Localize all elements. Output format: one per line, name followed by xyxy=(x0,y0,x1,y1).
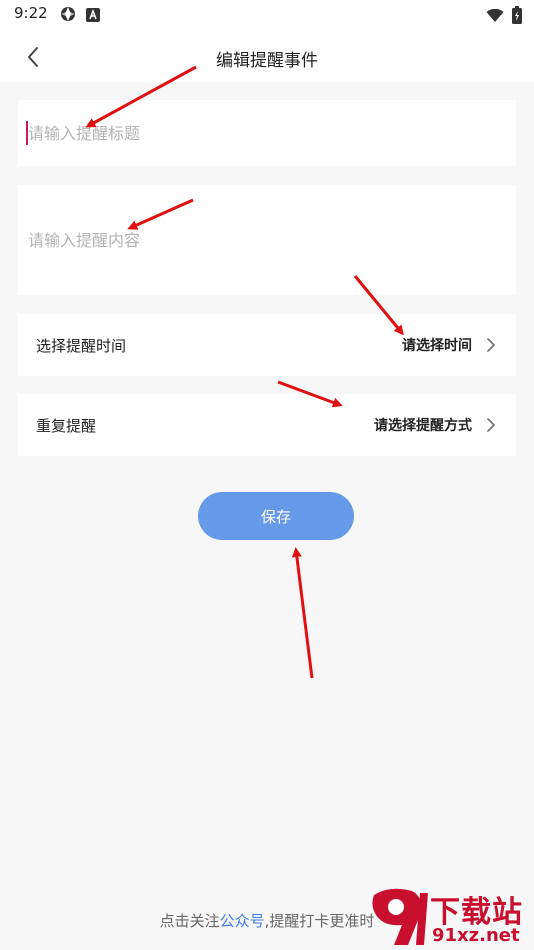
repeat-reminder-label: 重复提醒 xyxy=(36,417,97,435)
reminder-time-label: 选择提醒时间 xyxy=(36,337,127,355)
status-time: 9:22 xyxy=(14,4,48,22)
title-card xyxy=(18,100,516,166)
title-input[interactable] xyxy=(28,100,506,166)
reminder-time-value: 请选择时间 xyxy=(402,338,472,354)
content-card xyxy=(18,185,516,295)
official-account-link[interactable]: 公众号 xyxy=(220,912,265,930)
watermark-logo-icon xyxy=(372,888,428,945)
wifi-icon xyxy=(486,8,504,27)
reminder-time-row[interactable]: 选择提醒时间 请选择时间 xyxy=(18,314,516,376)
save-button[interactable]: 保存 xyxy=(198,492,354,540)
status-bar: 9:22 xyxy=(0,0,534,30)
repeat-reminder-row[interactable]: 重复提醒 请选择提醒方式 xyxy=(18,394,516,456)
page-title: 编辑提醒事件 xyxy=(216,51,318,71)
chevron-right-icon xyxy=(487,418,495,432)
site-watermark: 下载站 91xz.net xyxy=(368,883,534,950)
aperture-icon xyxy=(60,6,76,26)
annotation-arrow xyxy=(291,547,314,679)
repeat-reminder-value: 请选择提醒方式 xyxy=(374,418,472,434)
content-input[interactable] xyxy=(28,223,506,259)
chevron-right-icon xyxy=(487,338,495,352)
watermark-url: 91xz.net xyxy=(432,925,520,946)
font-a-icon xyxy=(86,7,100,26)
footer-suffix: ,提醒打卡更准时 xyxy=(264,912,375,930)
footer-prefix: 点击关注 xyxy=(159,912,220,930)
nav-bar: 编辑提醒事件 xyxy=(0,30,534,82)
battery-icon xyxy=(512,6,522,28)
